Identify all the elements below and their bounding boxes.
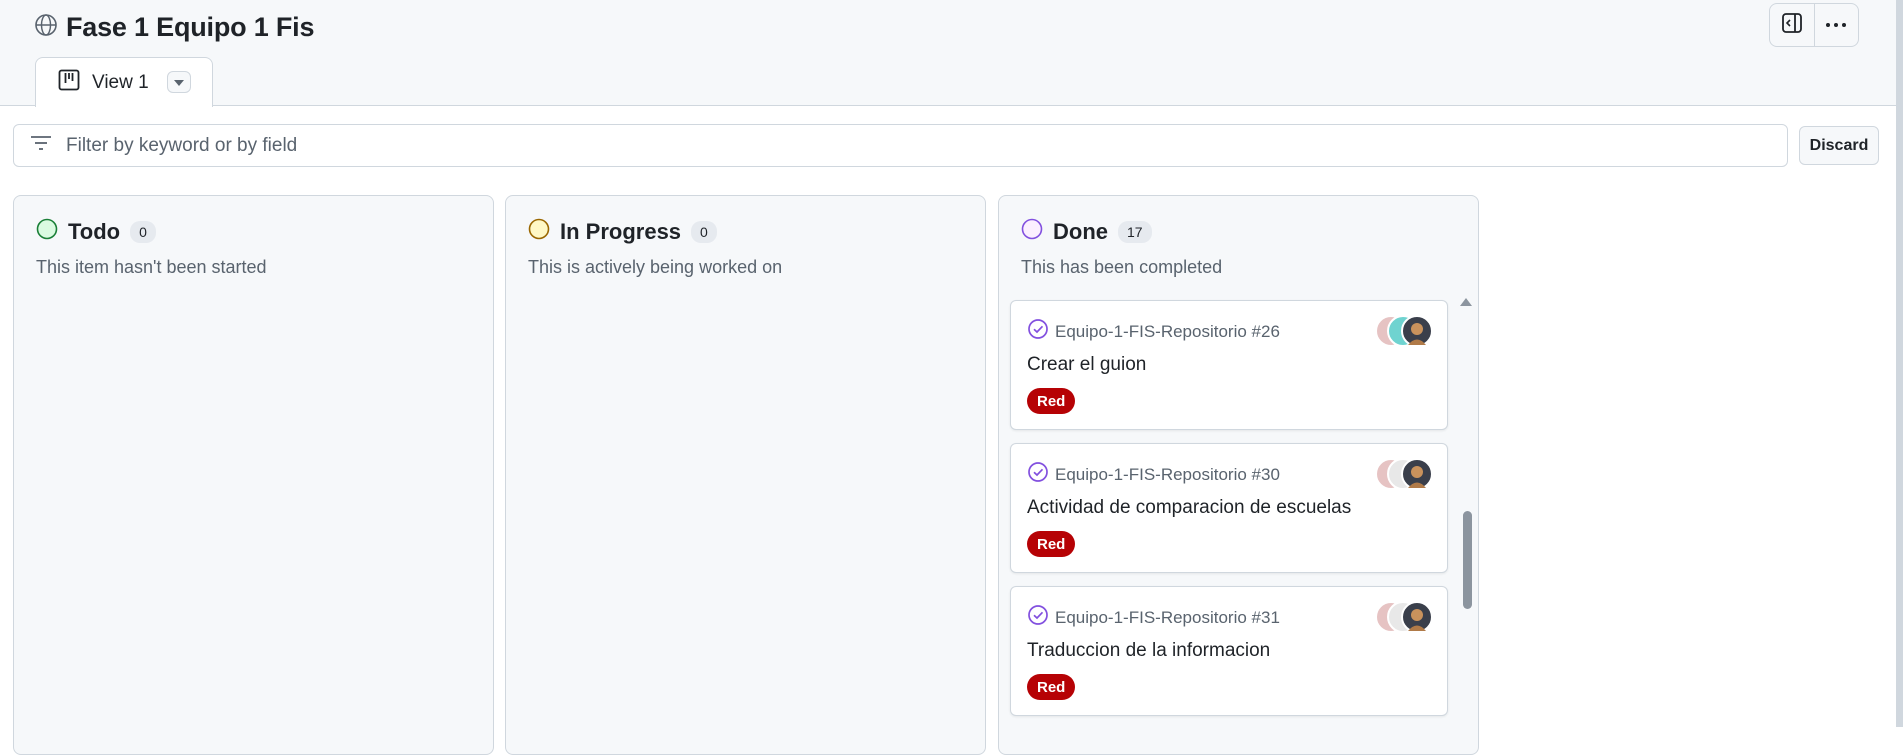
column-header: In Progress 0 bbox=[528, 218, 717, 245]
card-title[interactable]: Crear el guion bbox=[1027, 354, 1146, 376]
column-scrollbar[interactable] bbox=[1463, 511, 1472, 609]
globe-icon bbox=[34, 13, 58, 42]
issue-card[interactable]: Equipo-1-FIS-Repositorio #26 Crear el gu… bbox=[1010, 300, 1448, 430]
assignee-avatars[interactable] bbox=[1375, 601, 1433, 633]
column-todo: Todo 0 This item hasn't been started bbox=[13, 195, 494, 755]
label-badge[interactable]: Red bbox=[1027, 388, 1076, 414]
assignee-avatars[interactable] bbox=[1375, 458, 1433, 490]
column-in-progress: In Progress 0 This is actively being wor… bbox=[505, 195, 986, 755]
closed-issue-icon bbox=[1027, 461, 1049, 488]
issue-reference-text: Equipo-1-FIS-Repositorio #31 bbox=[1055, 607, 1280, 627]
card-title[interactable]: Traduccion de la informacion bbox=[1027, 640, 1270, 662]
item-count-badge: 17 bbox=[1118, 220, 1152, 243]
view-options-button[interactable] bbox=[167, 71, 191, 93]
filter-bar bbox=[13, 124, 1788, 167]
closed-issue-icon bbox=[1027, 604, 1049, 631]
page-title: Fase 1 Equipo 1 Fis bbox=[66, 12, 315, 42]
avatar bbox=[1401, 601, 1433, 633]
label-badge[interactable]: Red bbox=[1027, 531, 1076, 557]
filter-input[interactable] bbox=[64, 133, 1668, 158]
issue-reference-text: Equipo-1-FIS-Repositorio #26 bbox=[1055, 321, 1280, 341]
item-count-badge: 0 bbox=[691, 220, 717, 243]
card-title[interactable]: Actividad de comparacion de escuelas bbox=[1027, 497, 1351, 519]
kebab-menu-icon bbox=[1825, 16, 1847, 34]
sidebar-toggle-icon bbox=[1781, 12, 1803, 39]
column-description: This item hasn't been started bbox=[36, 257, 267, 277]
status-circle-icon bbox=[528, 218, 550, 245]
tab-label: View 1 bbox=[92, 71, 149, 93]
status-circle-icon bbox=[1021, 218, 1043, 245]
column-description: This is actively being worked on bbox=[528, 257, 783, 277]
issue-reference[interactable]: Equipo-1-FIS-Repositorio #26 bbox=[1027, 318, 1280, 345]
scroll-up-arrow[interactable] bbox=[1460, 298, 1472, 306]
column-header: Done 17 bbox=[1021, 218, 1152, 245]
issue-card[interactable]: Equipo-1-FIS-Repositorio #30 Actividad d… bbox=[1010, 443, 1448, 573]
board-view-icon bbox=[58, 69, 80, 96]
header-actions bbox=[1769, 3, 1859, 47]
assignee-avatars[interactable] bbox=[1375, 315, 1433, 347]
title-area: Fase 1 Equipo 1 Fis bbox=[34, 12, 314, 43]
avatar bbox=[1401, 315, 1433, 347]
issue-card[interactable]: Equipo-1-FIS-Repositorio #31 Traduccion … bbox=[1010, 586, 1448, 716]
project-header: Fase 1 Equipo 1 Fis View 1 bbox=[0, 0, 1903, 107]
column-title: Todo bbox=[68, 218, 121, 244]
label-badge[interactable]: Red bbox=[1027, 674, 1076, 700]
issue-reference-text: Equipo-1-FIS-Repositorio #30 bbox=[1055, 464, 1280, 484]
status-circle-icon bbox=[36, 218, 58, 245]
tab-view-1[interactable]: View 1 bbox=[35, 57, 213, 107]
issue-reference[interactable]: Equipo-1-FIS-Repositorio #30 bbox=[1027, 461, 1280, 488]
column-done: Done 17 This has been completed Equipo-1… bbox=[998, 195, 1479, 755]
column-title: Done bbox=[1053, 218, 1108, 244]
closed-issue-icon bbox=[1027, 318, 1049, 345]
sidebar-toggle-button[interactable] bbox=[1770, 4, 1814, 46]
column-title: In Progress bbox=[560, 218, 682, 244]
column-description: This has been completed bbox=[1021, 257, 1223, 277]
item-count-badge: 0 bbox=[130, 220, 156, 243]
column-header: Todo 0 bbox=[36, 218, 156, 245]
discard-button[interactable]: Discard bbox=[1799, 126, 1879, 165]
page-scrollbar[interactable] bbox=[1896, 0, 1903, 727]
issue-reference[interactable]: Equipo-1-FIS-Repositorio #31 bbox=[1027, 604, 1280, 631]
filter-icon bbox=[30, 135, 52, 156]
more-options-button[interactable] bbox=[1813, 4, 1859, 46]
avatar bbox=[1401, 458, 1433, 490]
caret-down-icon bbox=[174, 73, 184, 91]
